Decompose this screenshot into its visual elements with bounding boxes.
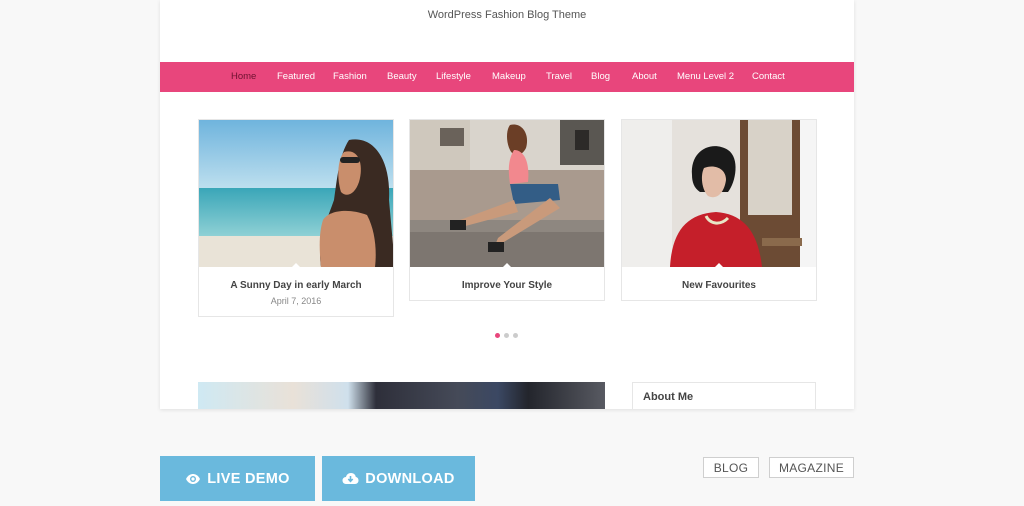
- site-tagline: WordPress Fashion Blog Theme: [427, 9, 587, 21]
- post-image[interactable]: [622, 120, 816, 267]
- featured-post-card[interactable]: A Sunny Day in early March April 7, 2016: [198, 119, 394, 317]
- post-title[interactable]: A Sunny Day in early March: [199, 280, 393, 291]
- latest-post-image[interactable]: [198, 382, 605, 409]
- theme-preview: WordPress Fashion Blog Theme Home Featur…: [160, 0, 854, 409]
- eye-icon: [185, 473, 201, 485]
- post-title[interactable]: Improve Your Style: [410, 280, 604, 291]
- slider-dot[interactable]: [504, 333, 509, 338]
- nav-item-about[interactable]: About: [632, 71, 657, 82]
- nav-item-fashion[interactable]: Fashion: [333, 71, 367, 82]
- nav-item-blog[interactable]: Blog: [591, 71, 610, 82]
- slider-dot[interactable]: [495, 333, 500, 338]
- blog-demo-link[interactable]: BLOG: [703, 457, 759, 478]
- nav-item-travel[interactable]: Travel: [546, 71, 572, 82]
- live-demo-button[interactable]: LIVE DEMO: [160, 456, 315, 501]
- about-me-widget: About Me: [632, 382, 816, 409]
- slider-dot[interactable]: [513, 333, 518, 338]
- download-label: DOWNLOAD: [365, 470, 455, 487]
- nav-item-menu-level-2[interactable]: Menu Level 2: [677, 71, 734, 82]
- nav-item-contact[interactable]: Contact: [752, 71, 785, 82]
- live-demo-label: LIVE DEMO: [207, 470, 290, 487]
- featured-post-card[interactable]: New Favourites: [621, 119, 817, 301]
- post-date: April 7, 2016: [270, 296, 322, 306]
- widget-title: About Me: [643, 391, 694, 403]
- main-nav: Home Featured Fashion Beauty Lifestyle M…: [160, 62, 854, 92]
- nav-item-home[interactable]: Home: [231, 71, 256, 82]
- slider-pagination: [495, 333, 518, 338]
- cloud-download-icon: [342, 472, 359, 485]
- nav-item-makeup[interactable]: Makeup: [492, 71, 526, 82]
- nav-item-featured[interactable]: Featured: [277, 71, 315, 82]
- featured-post-card[interactable]: Improve Your Style: [409, 119, 605, 301]
- download-button[interactable]: DOWNLOAD: [322, 456, 475, 501]
- post-title[interactable]: New Favourites: [622, 280, 816, 291]
- nav-item-beauty[interactable]: Beauty: [387, 71, 417, 82]
- magazine-demo-link[interactable]: MAGAZINE: [769, 457, 854, 478]
- post-image[interactable]: [199, 120, 393, 267]
- post-image[interactable]: [410, 120, 604, 267]
- nav-item-lifestyle[interactable]: Lifestyle: [436, 71, 471, 82]
